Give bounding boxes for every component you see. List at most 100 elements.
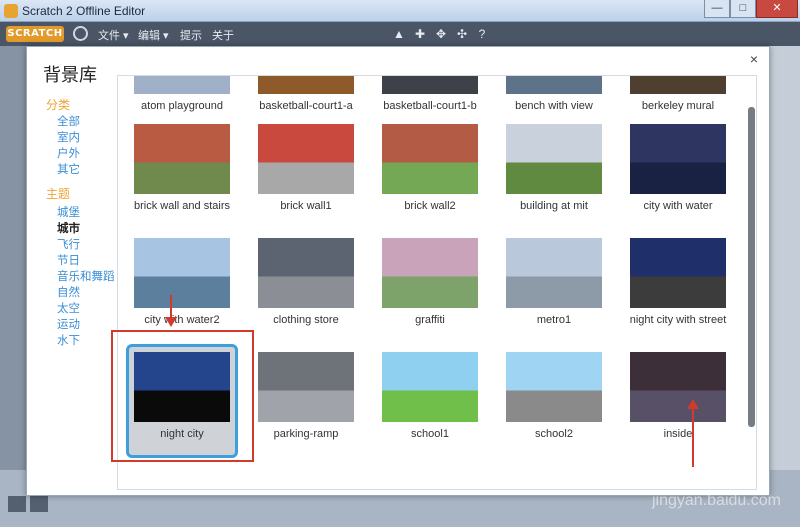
category-indoors[interactable]: 室内: [57, 129, 80, 145]
backdrop-item[interactable]: basketball-court1-b: [368, 76, 492, 124]
delete-icon[interactable]: ✚: [413, 27, 427, 41]
backdrop-item[interactable]: inside: [616, 352, 740, 452]
help-icon[interactable]: ?: [475, 27, 489, 41]
backdrop-item[interactable]: parking-ramp: [244, 352, 368, 452]
backdrop-label: atom playground: [141, 100, 223, 112]
backdrop-thumbnail: [258, 76, 354, 94]
backdrop-thumbnail: [506, 124, 602, 194]
backdrop-label: school2: [535, 428, 573, 440]
backdrop-label: parking-ramp: [273, 428, 339, 440]
editor-right-panel: [770, 46, 800, 476]
backdrop-item[interactable]: metro1: [492, 238, 616, 338]
backdrop-thumbnail: [382, 352, 478, 422]
backdrop-label: city with water: [643, 200, 713, 212]
maximize-button[interactable]: □: [730, 0, 756, 18]
backdrop-label: building at mit: [520, 200, 588, 212]
backdrop-item[interactable]: basketball-court1-a: [244, 76, 368, 124]
backdrop-thumbnail: [630, 124, 726, 194]
scratch-logo[interactable]: SCRATCH: [6, 26, 64, 42]
arrow-down-icon: [165, 317, 177, 327]
backdrop-thumbnail: [630, 238, 726, 308]
minimize-button[interactable]: —: [704, 0, 730, 18]
window-controls: — □ ✕: [704, 0, 798, 19]
editor-left-panel: [0, 46, 26, 527]
theme-sports[interactable]: 运动: [57, 316, 80, 332]
backdrop-label: brick wall1: [280, 200, 332, 212]
backdrop-item[interactable]: school1: [368, 352, 492, 452]
app-icon: [4, 4, 18, 18]
backdrop-thumbnail: [506, 76, 602, 94]
arrow-up-icon: [687, 399, 699, 409]
backdrop-item[interactable]: school2: [492, 352, 616, 452]
backdrop-item[interactable]: brick wall and stairs: [120, 124, 244, 224]
backdrop-label: night city with street: [629, 314, 727, 326]
theme-holiday[interactable]: 节日: [57, 252, 80, 268]
backdrop-item[interactable]: brick wall2: [368, 124, 492, 224]
backdrop-label: city with water2: [144, 314, 220, 326]
dialog-title: 背景库: [43, 65, 97, 85]
category-all[interactable]: 全部: [57, 113, 80, 129]
backdrop-label: basketball-court1-b: [383, 100, 477, 112]
menu-tips[interactable]: 提示: [180, 27, 202, 43]
backdrop-label: brick wall and stairs: [134, 200, 230, 212]
theme-castle[interactable]: 城堡: [57, 204, 80, 220]
backdrop-thumbnail: [134, 124, 230, 194]
backdrop-label: graffiti: [415, 314, 445, 326]
backdrop-thumbnail: [258, 124, 354, 194]
duplicate-icon[interactable]: ▲: [392, 27, 406, 41]
backdrop-library-dialog: 背景库 × 分类 全部 室内 户外 其它 主题 城堡 城市 飞行 节日 音乐和舞…: [26, 46, 770, 496]
backdrop-thumbnail: [382, 238, 478, 308]
backdrop-item[interactable]: atom playground: [120, 76, 244, 124]
backdrop-item[interactable]: brick wall1: [244, 124, 368, 224]
backdrop-thumbnail: [258, 352, 354, 422]
backdrop-label: clothing store: [273, 314, 339, 326]
window-titlebar: Scratch 2 Offline Editor — □ ✕: [0, 0, 800, 22]
highlight-frame: [111, 330, 254, 462]
backdrop-item[interactable]: clothing store: [244, 238, 368, 338]
theme-nature[interactable]: 自然: [57, 284, 80, 300]
new-backdrop-icon[interactable]: [8, 496, 26, 512]
backdrop-thumbnail: [134, 238, 230, 308]
backdrop-label: metro1: [536, 314, 572, 326]
grow-icon[interactable]: ✥: [434, 27, 448, 41]
theme-space[interactable]: 太空: [57, 300, 80, 316]
backdrop-label: berkeley mural: [641, 100, 715, 112]
backdrop-item[interactable]: city with water2: [120, 238, 244, 338]
menu-file[interactable]: 文件 ▾: [98, 27, 129, 43]
menubar: SCRATCH 文件 ▾ 编辑 ▾ 提示 关于 ▲ ✚ ✥ ✣ ?: [0, 22, 800, 46]
dialog-close-icon[interactable]: ×: [747, 52, 761, 66]
backdrop-item[interactable]: graffiti: [368, 238, 492, 338]
backdrop-item[interactable]: building at mit: [492, 124, 616, 224]
theme-heading: 主题: [46, 187, 71, 201]
backdrop-thumbnail: [258, 238, 354, 308]
watermark-url: jingyan.baidu.com: [652, 492, 781, 509]
category-other[interactable]: 其它: [57, 161, 80, 177]
category-heading: 分类: [46, 98, 71, 112]
window-close-button[interactable]: ✕: [756, 0, 798, 18]
backdrop-label: bench with view: [515, 100, 593, 112]
backdrop-item[interactable]: city with water: [616, 124, 740, 224]
backdrop-label: brick wall2: [404, 200, 456, 212]
window-title: Scratch 2 Offline Editor: [22, 4, 146, 18]
backdrop-thumbnail: [630, 352, 726, 422]
menu-about[interactable]: 关于: [212, 27, 234, 43]
backdrop-thumbnail: [506, 238, 602, 308]
backdrop-thumbnail: [506, 352, 602, 422]
backdrop-label: school1: [411, 428, 449, 440]
backdrop-label: basketball-court1-a: [259, 100, 353, 112]
backdrop-item[interactable]: bench with view: [492, 76, 616, 124]
shrink-icon[interactable]: ✣: [455, 27, 469, 41]
globe-icon[interactable]: [73, 26, 88, 41]
scrollbar-thumb[interactable]: [748, 107, 755, 427]
paint-icon[interactable]: [30, 496, 48, 512]
category-outdoors[interactable]: 户外: [57, 145, 80, 161]
menu-edit[interactable]: 编辑 ▾: [138, 27, 169, 43]
theme-flying[interactable]: 飞行: [57, 236, 80, 252]
backdrop-label: inside: [663, 428, 693, 440]
theme-music-dance[interactable]: 音乐和舞蹈: [57, 268, 115, 284]
theme-city[interactable]: 城市: [57, 220, 80, 236]
backdrop-thumbnail: [630, 76, 726, 94]
backdrop-item[interactable]: berkeley mural: [616, 76, 740, 124]
backdrop-item[interactable]: night city with street: [616, 238, 740, 338]
theme-underwater[interactable]: 水下: [57, 332, 80, 348]
